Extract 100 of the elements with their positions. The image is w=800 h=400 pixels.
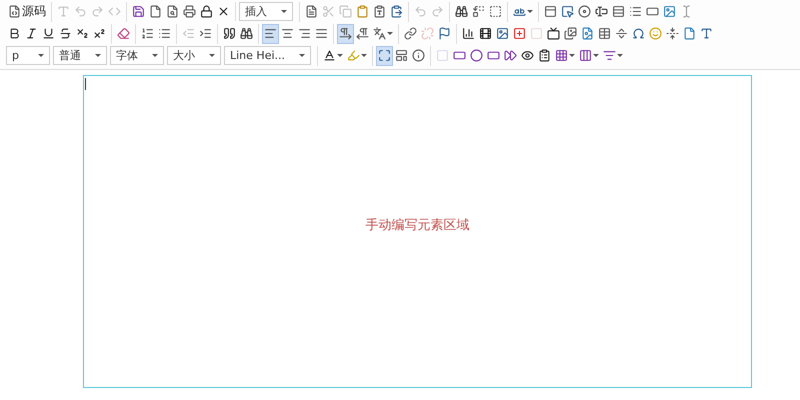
replace-icon (472, 5, 485, 18)
info-icon (412, 49, 426, 62)
dropdown-select[interactable]: p (6, 46, 50, 65)
template-icon (305, 5, 318, 18)
left-to-right-button[interactable] (337, 24, 354, 44)
plus-square-icon (513, 27, 526, 40)
horizontal-line-icon (615, 27, 628, 40)
ellipse-icon (470, 49, 484, 62)
underline-icon (42, 27, 55, 40)
smiley-icon (649, 27, 662, 40)
form-button-icon (646, 5, 659, 18)
caret-icon (337, 54, 344, 57)
document-icon (683, 27, 696, 40)
list-filter-icon (603, 49, 616, 62)
copy-icon (339, 5, 352, 18)
caret-icon (209, 54, 215, 57)
caret-icon (152, 54, 158, 57)
undo-icon (74, 5, 87, 18)
placeholder-text: 手动编写元素区域 (366, 216, 470, 234)
numbered-list-icon (141, 27, 154, 40)
source-code-icon (8, 5, 21, 18)
show-blocks-icon (395, 49, 408, 62)
grid-icon (555, 49, 568, 62)
dropdown-select[interactable]: Line Hei... (224, 46, 312, 65)
omega-icon (632, 27, 645, 40)
page-break-icon (666, 27, 679, 40)
align-left-button[interactable] (262, 24, 279, 44)
superscript-icon (93, 27, 106, 40)
print-icon (183, 5, 196, 18)
new-page-icon (149, 5, 162, 18)
rectangle-icon (453, 49, 466, 62)
maximize-button[interactable] (376, 46, 394, 66)
text-cursor (85, 78, 86, 90)
gallery-icon (564, 27, 577, 40)
caret-icon (617, 54, 624, 57)
rectangle-icon (487, 49, 500, 62)
preview-icon (166, 5, 179, 18)
image-button-icon (663, 5, 676, 18)
align-right-icon (298, 27, 311, 40)
close-icon (217, 5, 230, 18)
select-field-icon (629, 5, 642, 18)
caret-icon (95, 54, 101, 57)
quote-icon (223, 27, 236, 40)
form-icon (544, 5, 557, 18)
bold-icon (8, 27, 21, 40)
screen-icon (547, 27, 560, 40)
text-field-icon (595, 5, 608, 18)
outdent-icon (182, 27, 195, 40)
paste-text-icon (373, 5, 386, 18)
square-pointer-icon (561, 5, 574, 18)
caret-icon (387, 32, 393, 35)
source-code-button[interactable]: 源码 (6, 2, 48, 22)
find-icon (455, 5, 468, 18)
redo-icon (91, 5, 104, 18)
redo-icon (431, 5, 444, 18)
left-to-right-icon (339, 27, 352, 40)
justify-icon (315, 27, 328, 40)
dropdown-select[interactable]: 字体 (110, 46, 164, 65)
language-icon (373, 27, 386, 40)
cut-icon (322, 5, 335, 18)
text-area-icon (612, 5, 625, 18)
code-icon (108, 5, 121, 18)
disc-icon (578, 5, 591, 18)
subscript-icon (76, 27, 89, 40)
indent-icon (199, 27, 212, 40)
right-to-left-icon (356, 27, 369, 40)
dropdown-select[interactable]: 普通 (53, 46, 107, 65)
anchor-icon (438, 27, 451, 40)
eye-icon (521, 49, 534, 62)
link-icon (404, 27, 417, 40)
maximize-icon (378, 49, 392, 62)
find-icon (240, 27, 253, 40)
caret-icon (299, 54, 306, 57)
table-icon (598, 27, 611, 40)
italic-icon (25, 27, 38, 40)
bullet-list-icon (158, 27, 171, 40)
eraser-icon (117, 27, 130, 40)
align-center-icon (281, 27, 294, 40)
lock-icon (200, 5, 213, 18)
caret-icon (569, 54, 576, 57)
caret-icon (527, 10, 533, 13)
dropdown-select[interactable]: 大小 (167, 46, 221, 65)
dropdown-select[interactable]: 插入 (239, 2, 293, 21)
caret-icon (593, 54, 600, 57)
frame-icon (436, 49, 450, 62)
align-left-icon (264, 27, 277, 40)
chart-icon (462, 27, 475, 40)
save-icon (132, 5, 145, 18)
editing-area[interactable]: 手动编写元素区域 (83, 75, 752, 388)
highlight-color-icon (347, 49, 360, 62)
font-style-icon (700, 27, 713, 40)
paste-icon (356, 5, 369, 18)
film-icon (479, 27, 492, 40)
caret-icon (361, 54, 368, 57)
text-color-icon (323, 49, 336, 62)
caret-icon (281, 10, 287, 13)
strikethrough-icon (59, 27, 72, 40)
paste-word-icon (390, 5, 403, 18)
image-icon (496, 27, 509, 40)
clipboard-list-icon (538, 49, 552, 62)
